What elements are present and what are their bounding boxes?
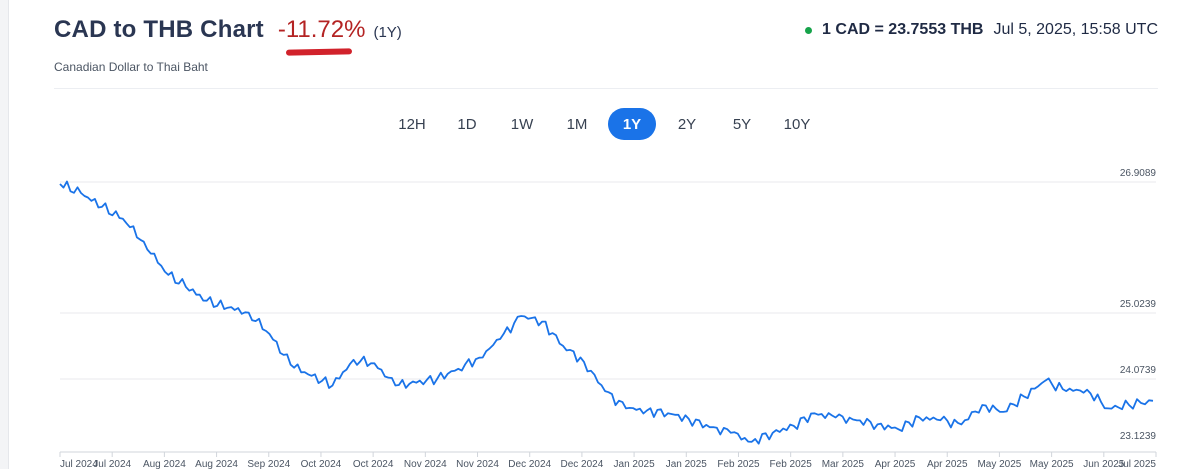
y-tick-label: 23.1239 <box>1120 431 1157 442</box>
x-tick-label: Apr 2025 <box>875 459 916 469</box>
exchange-rate-chart[interactable]: 26.9089 25.0239 24.0739 23.1239 Jul 2024 Jul … <box>0 0 1200 469</box>
x-tick-label: Aug 2024 <box>195 459 238 469</box>
x-tick-label: May 2025 <box>1030 459 1074 469</box>
y-tick-label: 26.9089 <box>1120 168 1157 179</box>
x-tick-label: Jul 2025 <box>1118 459 1156 469</box>
x-tick-label: Dec 2024 <box>508 459 551 469</box>
x-tick-label: Oct 2024 <box>353 459 394 469</box>
x-tick-label: Nov 2024 <box>404 459 447 469</box>
x-tick-label: Dec 2024 <box>560 459 603 469</box>
x-tick-label: Feb 2025 <box>717 459 760 469</box>
x-tick-label: Apr 2025 <box>927 459 968 469</box>
y-tick-label: 25.0239 <box>1120 299 1157 310</box>
x-tick-label: Mar 2025 <box>822 459 865 469</box>
x-tick-label: Jan 2025 <box>614 459 656 469</box>
x-tick-label: Jan 2025 <box>666 459 708 469</box>
x-tick-label: Oct 2024 <box>301 459 342 469</box>
x-tick-label: Aug 2024 <box>143 459 186 469</box>
x-tick-label: May 2025 <box>977 459 1021 469</box>
y-tick-label: 24.0739 <box>1120 365 1157 376</box>
x-tick-label: Feb 2025 <box>770 459 813 469</box>
x-tick-label: Sep 2024 <box>247 459 290 469</box>
x-tick-label: Nov 2024 <box>456 459 499 469</box>
x-tick-label: Jul 2024 <box>93 459 131 469</box>
